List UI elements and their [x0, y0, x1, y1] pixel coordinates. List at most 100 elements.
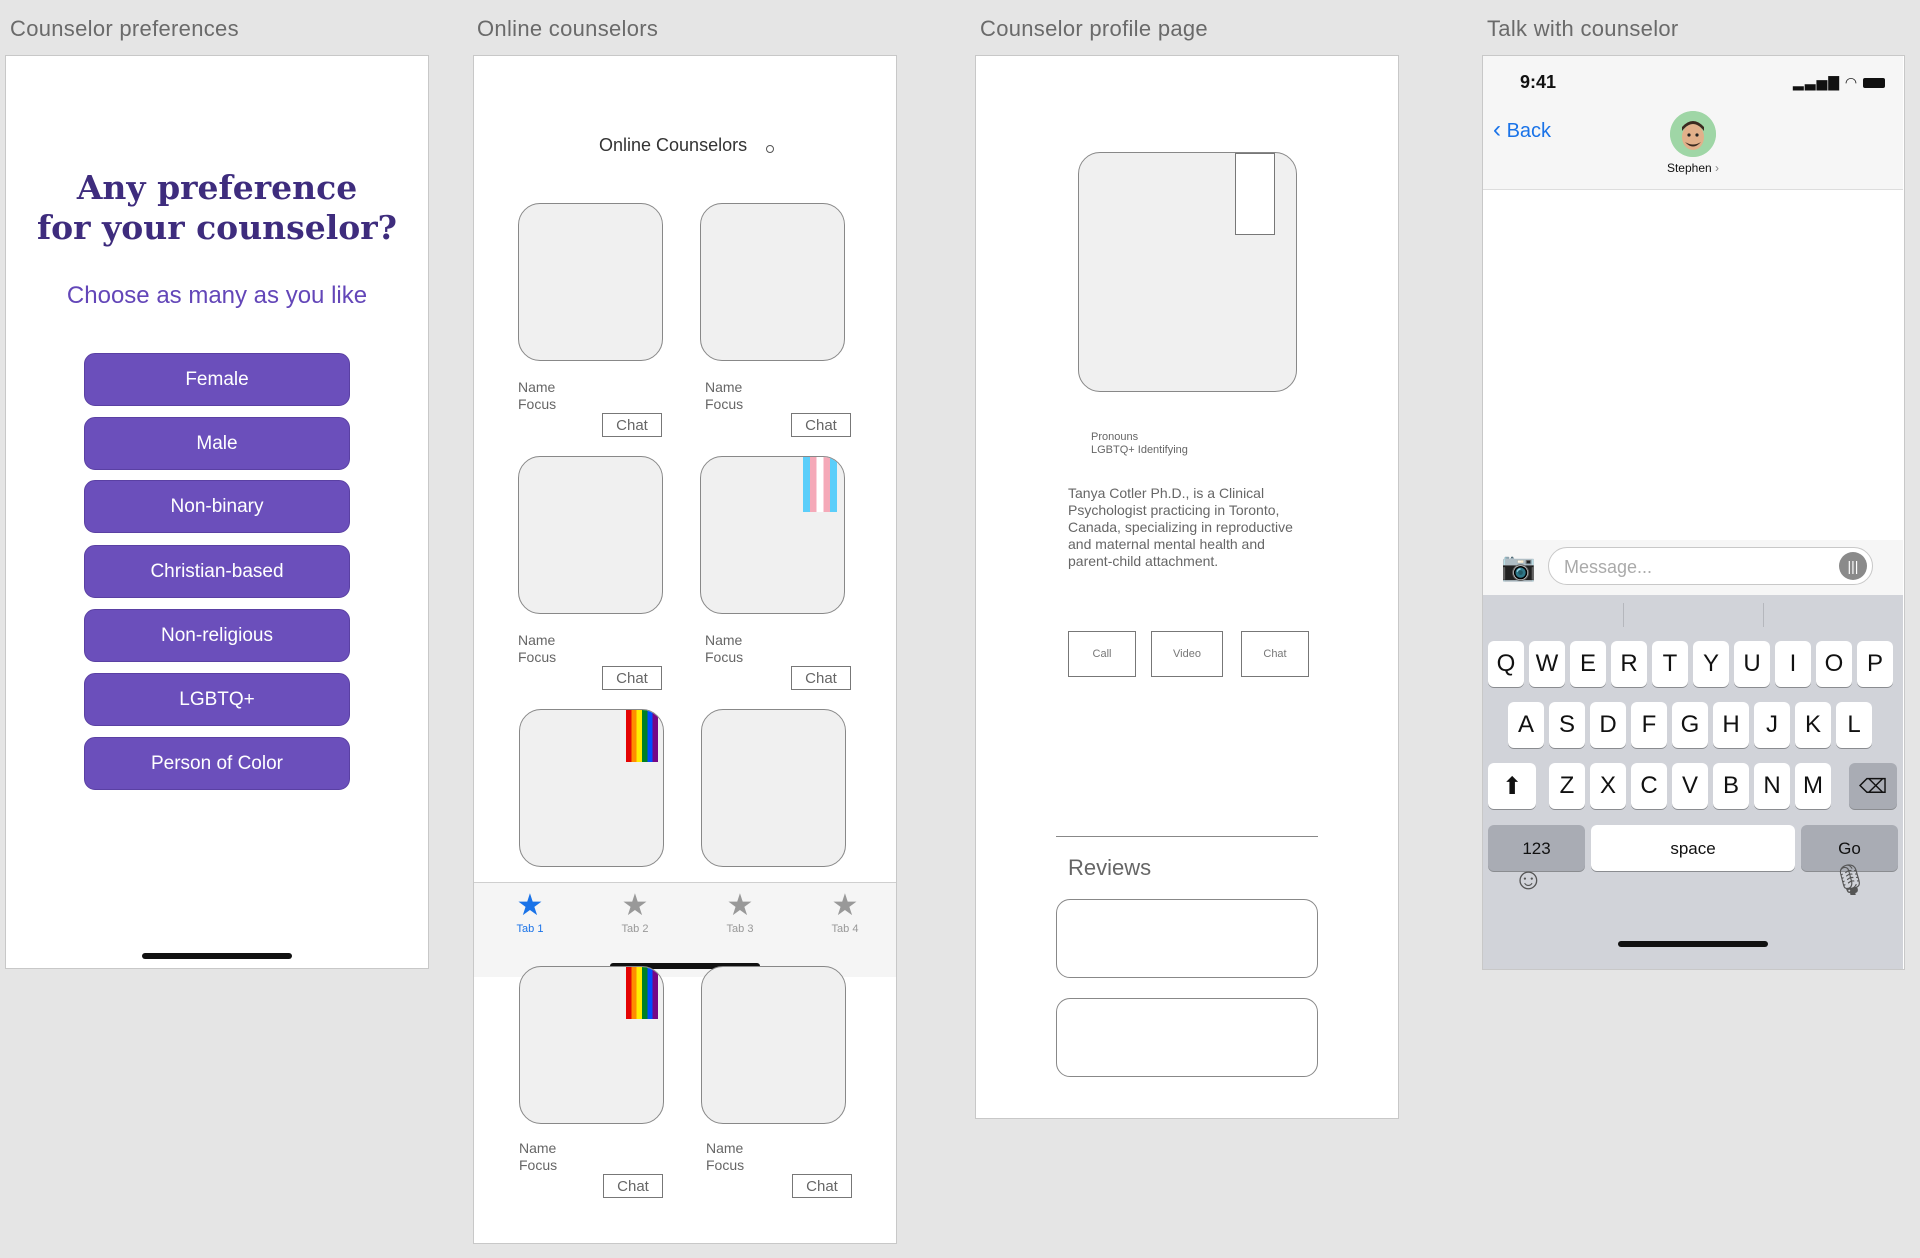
- call-button[interactable]: Call: [1068, 631, 1136, 677]
- counselor-photo[interactable]: [700, 456, 845, 614]
- star-icon: ★: [831, 889, 859, 922]
- key-a[interactable]: A: [1508, 702, 1544, 748]
- key-u[interactable]: U: [1734, 641, 1770, 687]
- counselor-photo[interactable]: [519, 709, 664, 867]
- option-female-button[interactable]: Female: [84, 353, 350, 406]
- key-w[interactable]: W: [1529, 641, 1565, 687]
- pronouns-label: Pronouns: [1091, 431, 1139, 443]
- option-male-button[interactable]: Male: [84, 417, 350, 470]
- avatar[interactable]: [1670, 111, 1716, 157]
- memoji-icon: [1670, 111, 1716, 157]
- key-e[interactable]: E: [1570, 641, 1606, 687]
- chevron-right-icon: ›: [1715, 161, 1720, 175]
- tab-4[interactable]: ★ Tab 4: [815, 889, 875, 935]
- counselor-photo[interactable]: [518, 456, 663, 614]
- option-christian-based-button[interactable]: Christian-based: [84, 545, 350, 598]
- message-placeholder: Message...: [1564, 557, 1653, 577]
- counselor-info: Name Focus: [518, 379, 556, 413]
- chat-button[interactable]: Chat: [602, 413, 662, 437]
- key-l[interactable]: L: [1836, 702, 1872, 748]
- tab-label: Tab 1: [516, 923, 544, 935]
- backspace-icon: ⌫: [1858, 775, 1888, 798]
- chat-button[interactable]: Chat: [791, 413, 851, 437]
- divider: [1056, 836, 1318, 837]
- key-n[interactable]: N: [1754, 763, 1790, 809]
- key-p[interactable]: P: [1857, 641, 1893, 687]
- key-o[interactable]: O: [1816, 641, 1852, 687]
- predict-divider: [1763, 603, 1764, 627]
- profile-photo: [1078, 152, 1297, 392]
- chat-header: 9:41 ▂▃▅▇ ◠ ‹ Back Stephen ›: [1483, 56, 1903, 190]
- key-d[interactable]: D: [1590, 702, 1626, 748]
- delete-key[interactable]: ⌫: [1849, 763, 1897, 809]
- audio-message-icon[interactable]: |||: [1839, 552, 1867, 580]
- counselor-profile-screen: Pronouns LGBTQ+ Identifying Tanya Cotler…: [975, 55, 1399, 1119]
- video-button[interactable]: Video: [1151, 631, 1223, 677]
- key-b[interactable]: B: [1713, 763, 1749, 809]
- preference-heading: Any preference for your counselor?: [6, 168, 428, 248]
- chat-button[interactable]: Chat: [1241, 631, 1309, 677]
- preferences-screen: Any preference for your counselor? Choos…: [5, 55, 429, 969]
- key-j[interactable]: J: [1754, 702, 1790, 748]
- key-z[interactable]: Z: [1549, 763, 1585, 809]
- message-input[interactable]: Message... |||: [1548, 547, 1873, 585]
- review-card[interactable]: [1056, 899, 1318, 978]
- star-icon: ★: [621, 889, 649, 922]
- tab-3[interactable]: ★ Tab 3: [710, 889, 770, 935]
- counselor-photo[interactable]: [518, 203, 663, 361]
- option-person-of-color-button[interactable]: Person of Color: [84, 737, 350, 790]
- review-card[interactable]: [1056, 998, 1318, 1077]
- space-key[interactable]: space: [1591, 825, 1795, 871]
- key-s[interactable]: S: [1549, 702, 1585, 748]
- reviews-heading: Reviews: [1068, 855, 1152, 880]
- shift-key[interactable]: ⬆: [1488, 763, 1536, 809]
- tab-1[interactable]: ★ Tab 1: [500, 889, 560, 935]
- key-i[interactable]: I: [1775, 641, 1811, 687]
- frame-title-online: Online counselors: [477, 16, 659, 41]
- camera-icon[interactable]: 📷: [1501, 552, 1536, 582]
- counselor-name: Name: [518, 632, 556, 648]
- status-icons: ▂▃▅▇ ◠: [1793, 74, 1885, 91]
- counselor-focus: Focus: [706, 1157, 745, 1173]
- heading-line-1: Any preference: [76, 168, 358, 207]
- frame-title-chat: Talk with counselor: [1487, 16, 1679, 41]
- chat-button[interactable]: Chat: [792, 1174, 852, 1198]
- contact-name[interactable]: Stephen ›: [1483, 161, 1903, 175]
- key-y[interactable]: Y: [1693, 641, 1729, 687]
- key-k[interactable]: K: [1795, 702, 1831, 748]
- option-non-binary-button[interactable]: Non-binary: [84, 480, 350, 533]
- key-q[interactable]: Q: [1488, 641, 1524, 687]
- chat-button[interactable]: Chat: [791, 666, 851, 690]
- microphone-icon[interactable]: 🎙: [1831, 863, 1869, 898]
- home-indicator: [1618, 941, 1768, 947]
- chat-button[interactable]: Chat: [602, 666, 662, 690]
- key-r[interactable]: R: [1611, 641, 1647, 687]
- tab-label: Tab 3: [726, 923, 754, 935]
- counselor-focus: Focus: [518, 396, 557, 412]
- key-c[interactable]: C: [1631, 763, 1667, 809]
- tab-2[interactable]: ★ Tab 2: [605, 889, 665, 935]
- counselor-info: Name Focus: [519, 1140, 557, 1174]
- key-m[interactable]: M: [1795, 763, 1831, 809]
- emoji-icon[interactable]: ☺: [1513, 863, 1544, 897]
- back-button[interactable]: ‹ Back: [1493, 116, 1551, 144]
- counselor-photo[interactable]: [700, 203, 845, 361]
- key-f[interactable]: F: [1631, 702, 1667, 748]
- counselor-info: Name Focus: [518, 632, 556, 666]
- counselor-name: Name: [705, 379, 743, 395]
- counselor-photo[interactable]: [701, 709, 846, 867]
- key-h[interactable]: H: [1713, 702, 1749, 748]
- counselor-photo[interactable]: [519, 966, 664, 1124]
- counselor-photo[interactable]: [701, 966, 846, 1124]
- counselor-name: Name: [706, 1140, 744, 1156]
- frame-title-preferences: Counselor preferences: [10, 16, 239, 41]
- online-counselors-screen: Online Counselors Name Focus Chat Name F…: [473, 55, 897, 1244]
- page-title: Online Counselors: [599, 135, 748, 155]
- option-lgbtq-button[interactable]: LGBTQ+: [84, 673, 350, 726]
- key-x[interactable]: X: [1590, 763, 1626, 809]
- key-t[interactable]: T: [1652, 641, 1688, 687]
- option-non-religious-button[interactable]: Non-religious: [84, 609, 350, 662]
- key-v[interactable]: V: [1672, 763, 1708, 809]
- key-g[interactable]: G: [1672, 702, 1708, 748]
- chat-button[interactable]: Chat: [603, 1174, 663, 1198]
